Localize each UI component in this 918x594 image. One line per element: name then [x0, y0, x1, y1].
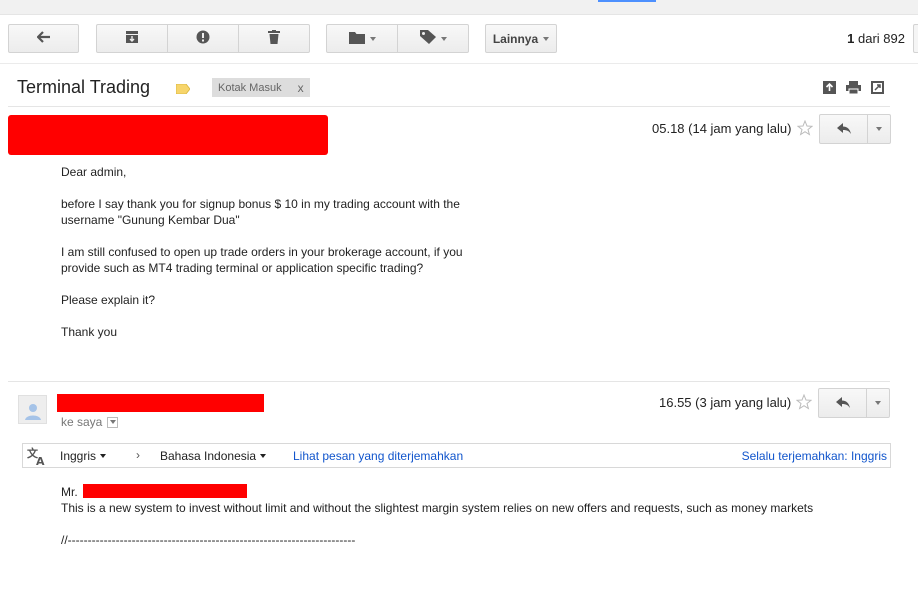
message-divider-text: //--------------------------------------…	[61, 533, 356, 547]
top-accent-bar	[598, 0, 656, 2]
inbox-label-text: Kotak Masuk	[218, 81, 282, 94]
message-paragraph: before I say thank you for signup bonus …	[61, 197, 460, 227]
more-button[interactable]: Lainnya	[485, 24, 557, 53]
reply-button[interactable]	[820, 115, 868, 143]
message-time: 05.18 (14 jam yang lalu)	[652, 121, 792, 136]
top-strip	[0, 0, 918, 15]
chevron-down-icon	[543, 36, 550, 41]
chevron-down-icon	[109, 420, 116, 424]
reply-button-group	[819, 114, 891, 144]
tag-icon	[419, 30, 436, 47]
chevron-down-icon	[876, 127, 882, 131]
thread-actions	[822, 80, 885, 95]
move-label-button-group	[326, 24, 469, 53]
chevron-down-icon	[260, 454, 267, 458]
source-language-select[interactable]: Inggris	[60, 449, 107, 463]
print-button[interactable]	[846, 80, 861, 95]
back-button[interactable]	[8, 24, 79, 53]
divider	[8, 106, 890, 107]
reply-icon	[835, 396, 850, 411]
chevron-down-icon	[875, 401, 881, 405]
chevron-down-icon	[440, 36, 447, 41]
chevron-down-icon	[369, 36, 376, 41]
divider	[8, 381, 890, 382]
trash-icon	[268, 30, 280, 47]
person-icon	[24, 402, 41, 423]
reply-button-group	[818, 388, 890, 418]
inbox-label-chip: Kotak Masuk x	[212, 78, 310, 97]
pager-current: 1	[847, 31, 855, 46]
translate-bar: 文 A Inggris › Bahasa Indonesia Lihat pes…	[22, 443, 891, 468]
redacted-name	[83, 484, 247, 498]
message-paragraph: This is a new system to invest without l…	[61, 501, 814, 515]
message-paragraph: Dear admin,	[61, 165, 127, 179]
more-actions-button[interactable]	[867, 389, 889, 417]
move-to-button[interactable]	[327, 25, 398, 52]
pager-separator: dari	[857, 31, 880, 46]
label-tag-icon[interactable]	[175, 82, 191, 95]
thread-subject: Terminal Trading	[17, 77, 151, 97]
chevron-down-icon	[100, 454, 107, 458]
star-icon[interactable]	[795, 393, 813, 410]
star-icon[interactable]	[796, 119, 814, 136]
show-details-button[interactable]	[107, 416, 119, 428]
salutation: Mr.	[61, 485, 78, 499]
message-paragraph: Please explain it?	[61, 293, 156, 307]
recipient-line: ke saya	[61, 415, 119, 429]
message-body: Mr. This is a new system to invest witho…	[61, 484, 851, 548]
newer-button[interactable]	[913, 24, 918, 53]
message-body: Dear admin, before I say thank you for s…	[61, 164, 481, 356]
target-language-select[interactable]: Bahasa Indonesia	[160, 449, 267, 463]
report-spam-icon	[196, 30, 210, 47]
pager-total: 892	[883, 31, 905, 46]
target-language-label: Bahasa Indonesia	[160, 449, 257, 463]
archive-button[interactable]	[97, 25, 168, 52]
toolbar: Lainnya 1 dari 892	[0, 24, 918, 56]
redacted-sender	[57, 394, 264, 412]
folder-icon	[348, 31, 365, 47]
archive-icon	[125, 30, 139, 47]
pager: 1 dari 892	[847, 31, 905, 46]
divider	[0, 63, 918, 64]
more-button-label: Lainnya	[492, 31, 539, 46]
recipient-text: ke saya	[61, 415, 103, 429]
reply-button[interactable]	[819, 389, 867, 417]
action-button-group	[96, 24, 310, 53]
avatar	[18, 395, 47, 424]
new-window-button[interactable]	[870, 80, 885, 95]
message-paragraph: I am still confused to open up trade ord…	[61, 245, 463, 275]
report-spam-button[interactable]	[168, 25, 239, 52]
delete-button[interactable]	[239, 25, 309, 52]
translate-icon: 文 A	[26, 446, 48, 468]
view-translation-link[interactable]: Lihat pesan yang diterjemahkan	[293, 449, 463, 463]
more-actions-button[interactable]	[868, 115, 890, 143]
salutation-line: Mr.	[61, 484, 851, 500]
redacted-sender	[8, 115, 328, 155]
remove-label-button[interactable]: x	[298, 81, 304, 95]
reply-icon	[836, 122, 851, 137]
source-language-label: Inggris	[60, 449, 97, 463]
labels-button[interactable]	[398, 25, 468, 52]
message-paragraph: Thank you	[61, 325, 118, 339]
always-translate-link[interactable]: Selalu terjemahkan: Inggris	[742, 449, 887, 463]
expand-all-button[interactable]	[822, 80, 837, 95]
arrow-back-icon	[35, 31, 51, 46]
svg-text:A: A	[36, 455, 45, 466]
chevron-right-icon: ›	[136, 448, 140, 462]
message-time: 16.55 (3 jam yang lalu)	[659, 395, 792, 410]
